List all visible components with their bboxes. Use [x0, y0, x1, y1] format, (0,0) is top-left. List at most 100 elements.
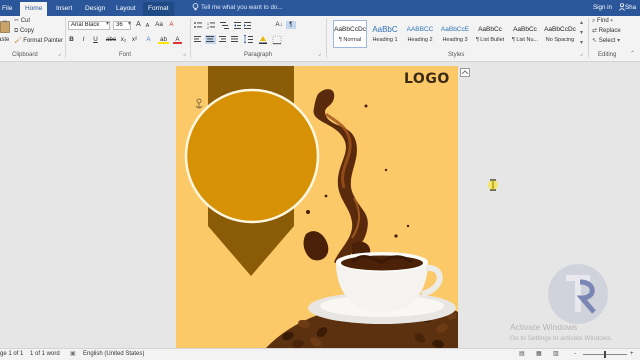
chevron-down-icon: ▾ [617, 38, 621, 44]
italic-button[interactable]: I [79, 36, 88, 44]
sign-in-link[interactable]: Sign in [593, 2, 612, 14]
clipboard-launcher-icon[interactable]: ⌟ [58, 50, 61, 59]
shading-icon[interactable] [259, 36, 267, 44]
tab-design[interactable]: Design [80, 2, 110, 16]
numbering-icon[interactable]: 12 [207, 22, 215, 30]
paragraph-list-icons[interactable]: 12 [193, 21, 285, 30]
style-no-spacing[interactable]: AaBbCcDc No Spacing [543, 20, 577, 48]
justify-icon[interactable] [231, 36, 238, 42]
style-name: ¶ Normal [338, 37, 362, 43]
chevron-down-icon[interactable]: ▾ [128, 20, 131, 29]
tab-insert[interactable]: Insert [51, 2, 77, 16]
chevron-down-icon: ▾ [610, 18, 613, 24]
layout-options-button[interactable] [460, 68, 470, 77]
align-left-icon[interactable] [194, 36, 201, 42]
tab-file[interactable]: File [0, 2, 17, 16]
select-button[interactable]: ↖ Select ▾ [592, 37, 620, 46]
shrink-font-button[interactable]: A [143, 22, 152, 30]
line-spacing-icon[interactable] [243, 35, 253, 44]
multilevel-list-icon[interactable] [220, 22, 229, 29]
style-normal[interactable]: AaBbCcDc ¶ Normal [333, 20, 367, 48]
separator [326, 18, 327, 58]
channel-logo-icon [548, 264, 608, 324]
increase-indent-icon[interactable] [244, 22, 251, 29]
find-label: Find [597, 18, 609, 24]
anchor-icon [195, 98, 203, 109]
strikethrough-button[interactable]: abc [105, 36, 117, 44]
sort-button[interactable]: A↓ [273, 21, 285, 29]
font-color-button[interactable]: A [173, 36, 182, 44]
subscript-button[interactable]: x₂ [119, 36, 128, 44]
share-button[interactable]: Sha [619, 2, 636, 14]
style-list-bullet[interactable]: AaBbCc ¶ List Bullet [473, 20, 507, 48]
gold-circle[interactable] [184, 88, 320, 224]
zoom-in-button[interactable]: + [630, 349, 634, 360]
clear-formatting-button[interactable]: A [167, 21, 176, 29]
align-center-icon[interactable] [205, 35, 216, 44]
zoom-out-button[interactable]: - [574, 349, 576, 360]
copy-button[interactable]: ⧉ Copy [14, 27, 34, 36]
separator [190, 18, 191, 58]
cut-button[interactable]: ✂ Cut [14, 17, 30, 26]
change-case-button[interactable]: Aa [153, 21, 165, 29]
tab-home[interactable]: Home [20, 2, 48, 16]
style-preview: AaBbC [372, 25, 398, 34]
clipboard-icon [0, 20, 10, 33]
style-name: Heading 3 [442, 37, 468, 43]
decrease-indent-icon[interactable] [234, 22, 241, 29]
language-indicator[interactable]: English (United States) [83, 349, 144, 360]
proofing-icon[interactable]: ▣ [70, 349, 76, 360]
paragraph-launcher-icon[interactable]: ⌟ [318, 50, 321, 59]
style-heading-3[interactable]: AaBbCcE Heading 3 [438, 20, 472, 48]
alignment-icons[interactable] [193, 35, 297, 45]
print-layout-icon[interactable]: ▦ [536, 349, 542, 360]
clipboard-group-label: Clipboard [12, 52, 38, 58]
paste-button[interactable]: aste [0, 18, 12, 48]
layout-options-icon [461, 70, 469, 75]
read-mode-icon[interactable]: ▤ [519, 349, 525, 360]
document-page[interactable]: LOGO [176, 66, 458, 348]
paste-label: aste [0, 37, 10, 43]
style-heading-2[interactable]: AABBCC Heading 2 [403, 20, 437, 48]
style-heading-1[interactable]: AaBbC Heading 1 [368, 20, 402, 48]
web-layout-icon[interactable]: ▥ [553, 349, 559, 360]
borders-icon[interactable] [272, 35, 282, 45]
format-painter-button[interactable]: 🖌 Format Painter [14, 37, 63, 46]
style-name: Heading 1 [372, 37, 398, 43]
cursor-icon: ↖ [592, 38, 598, 44]
bullets-icon[interactable] [194, 22, 202, 28]
word-count[interactable]: 1 of 1 word [30, 349, 60, 360]
logo-text[interactable]: LOGO [404, 71, 450, 87]
tab-format[interactable]: Format [143, 2, 174, 16]
zoom-slider-thumb[interactable] [604, 351, 606, 358]
search-icon: ⌕ [592, 18, 596, 24]
page-count[interactable]: ge 1 of 1 [0, 349, 23, 360]
style-name: ¶ List Bullet [475, 37, 505, 43]
style-list-number[interactable]: AaBbCc ¶ List Nu... [508, 20, 542, 48]
replace-button[interactable]: ⇄ Replace [592, 27, 621, 36]
font-launcher-icon[interactable]: ⌟ [183, 50, 186, 59]
chevron-down-icon[interactable]: ▾ [106, 20, 109, 29]
underline-button[interactable]: U [91, 36, 100, 44]
styles-launcher-icon[interactable]: ⌟ [580, 50, 583, 59]
word-window: File Home Insert Design Layout Format Te… [0, 0, 640, 360]
collapse-ribbon-icon[interactable]: ⌃ [630, 50, 635, 59]
bold-button[interactable]: B [67, 36, 76, 44]
find-button[interactable]: ⌕ Find ▾ [592, 17, 613, 26]
paragraph-group-label: Paragraph [244, 52, 273, 58]
style-name: No Spacing [545, 37, 575, 43]
tell-me-box[interactable]: Tell me what you want to do... [192, 2, 283, 14]
styles-gallery-scroll[interactable]: ▴ ▾ ▾ [580, 18, 583, 48]
font-name-select[interactable]: Arial Black [68, 21, 110, 30]
superscript-button[interactable]: x² [130, 36, 139, 44]
ribbon: aste ✂ Cut ⧉ Copy 🖌 Format Painter Clipb… [0, 16, 640, 62]
tab-layout[interactable]: Layout [111, 2, 141, 16]
highlight-button[interactable]: ab [158, 36, 169, 44]
select-label: Select [598, 38, 616, 44]
align-right-icon[interactable] [219, 36, 226, 42]
grow-font-button[interactable]: A [134, 21, 143, 29]
copy-label: Copy [19, 28, 34, 34]
copy-icon: ⧉ [14, 28, 19, 34]
show-marks-button[interactable]: ¶ [286, 21, 296, 29]
text-effects-button[interactable]: A [144, 36, 153, 44]
